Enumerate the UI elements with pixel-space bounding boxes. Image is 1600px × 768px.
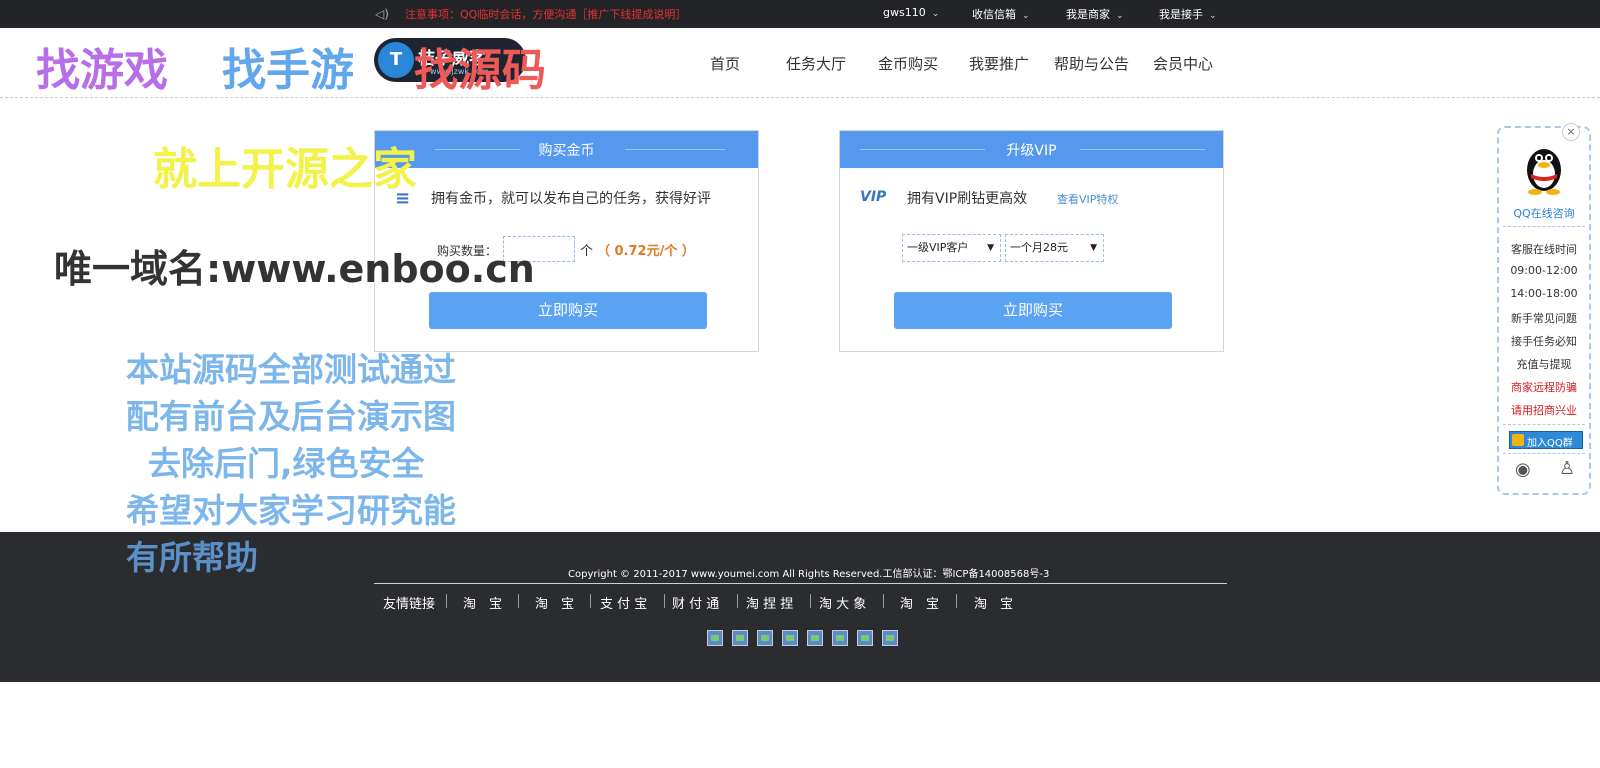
watermark-line: 希望对大家学习研究能 [126, 491, 456, 530]
unit-price: （ 0.72元/个 ） [597, 244, 695, 259]
chevron-down-icon: ⌄ [931, 9, 940, 19]
tencent-weibo-icon[interactable]: ♙ [1559, 458, 1575, 479]
friend-link-icon[interactable] [807, 630, 823, 646]
buy-now-button[interactable]: 立即购买 [429, 292, 707, 329]
weibo-icon[interactable]: ◉ [1515, 459, 1531, 480]
friend-link-icon[interactable] [782, 630, 798, 646]
copyright-text: Copyright © 2011-2017 www.youmei.com All… [568, 569, 1050, 580]
nav-home[interactable]: 首页 [710, 53, 740, 74]
link-divider [664, 594, 665, 608]
nav-promote[interactable]: 我要推广 [969, 53, 1029, 74]
service-hours-afternoon: 14:00-18:00 [1510, 287, 1578, 300]
link-divider [518, 594, 519, 608]
merchant-menu[interactable]: 我是商家 ⌄ [1066, 6, 1124, 22]
upgrade-vip-button[interactable]: 立即购买 [894, 292, 1172, 329]
vip-badge-icon: VIP [860, 189, 887, 205]
link-divider [956, 594, 957, 608]
nav-help[interactable]: 帮助与公告 [1054, 53, 1129, 74]
friend-link-3[interactable]: 支 付 宝 [600, 593, 647, 612]
vip-privileges-link[interactable]: 查看VIP特权 [1057, 191, 1118, 207]
vip-title: 升级VIP [1006, 143, 1057, 159]
watermark-find-source: 找源码 [414, 45, 546, 96]
service-hours-morning: 09:00-12:00 [1510, 264, 1578, 277]
friend-link-icon[interactable] [732, 630, 748, 646]
watermark-line: 有所帮助 [126, 538, 258, 577]
logo-badge: T [378, 42, 414, 78]
watermark-find-mobile-games: 找手游 [222, 45, 354, 96]
newbie-faq-link[interactable]: 新手常见问题 [1499, 310, 1589, 326]
link-divider [737, 594, 738, 608]
vip-level-select[interactable]: 一级VIP客户 ▼ [902, 234, 1001, 262]
inbox-menu-label: 收信信箱 [972, 8, 1016, 21]
friend-link-2[interactable]: 淘 宝 [535, 593, 574, 612]
vip-period-select[interactable]: 一个月28元 ▼ [1005, 234, 1104, 262]
buy-coins-header: 购买金币 [375, 131, 758, 168]
link-divider [446, 594, 447, 608]
buy-coins-title: 购买金币 [538, 143, 595, 159]
nav-member-center[interactable]: 会员中心 [1153, 53, 1213, 74]
qq-penguin-icon [1527, 149, 1561, 195]
chevron-down-icon: ⌄ [1116, 11, 1124, 21]
friend-link-4[interactable]: 财 付 通 [672, 593, 719, 612]
join-qq-group-label: 加入QQ群 [1527, 438, 1573, 449]
float-divider [1503, 226, 1585, 227]
vip-card: 升级VIP VIP 拥有VIP刷钻更高效 查看VIP特权 一级VIP客户 ▼ 一个… [839, 130, 1224, 352]
friend-links-label: 友情链接 [383, 597, 436, 612]
vip-header: 升级VIP [840, 131, 1223, 168]
buy-coins-desc: 拥有金币，就可以发布自己的任务，获得好评 [431, 191, 711, 207]
taker-menu[interactable]: 我是接手 ⌄ [1159, 6, 1217, 22]
friend-link-5[interactable]: 淘 捏 捏 [746, 593, 793, 612]
watermark-line: 去除后门,绿色安全 [148, 444, 425, 483]
user-menu-label: gws110 [883, 6, 926, 19]
friend-link-icon[interactable] [882, 630, 898, 646]
link-divider [810, 594, 811, 608]
watermark-line: 本站源码全部测试通过 [126, 350, 456, 389]
qq-group-icon [1512, 434, 1524, 446]
float-divider [1503, 453, 1585, 454]
top-bar: ◁) 注意事项：QQ临时会话，方便沟通［推广下线提成说明］ gws110 ⌄ 收信… [0, 0, 1600, 28]
recharge-withdraw-link[interactable]: 充值与提现 [1499, 356, 1589, 372]
speaker-icon: ◁) [375, 7, 389, 21]
chevron-down-icon: ⌄ [1209, 11, 1217, 21]
friend-link-icon[interactable] [707, 630, 723, 646]
friend-link-icon[interactable] [857, 630, 873, 646]
watermark-line: 配有前台及后台演示图 [126, 397, 456, 436]
friend-link-1[interactable]: 淘 宝 [463, 593, 502, 612]
anti-fraud-link[interactable]: 商家远程防骗 [1499, 379, 1589, 395]
merchant-menu-label: 我是商家 [1066, 8, 1110, 21]
taker-guide-link[interactable]: 接手任务必知 [1499, 333, 1589, 349]
watermark-domain: 唯一域名:www.enboo.cn [54, 247, 535, 291]
watermark-find-games: 找游戏 [36, 45, 168, 96]
link-divider [590, 594, 591, 608]
watermark-slogan: 就上开源之家 [153, 144, 417, 195]
friend-link-icon[interactable] [757, 630, 773, 646]
qq-consult-link[interactable]: QQ在线咨询 [1499, 205, 1589, 221]
bank-link[interactable]: 请用招商兴业 [1499, 402, 1589, 418]
friend-link-8[interactable]: 淘 宝 [974, 593, 1013, 612]
taker-menu-label: 我是接手 [1159, 8, 1203, 21]
inbox-menu[interactable]: 收信信箱 ⌄ [972, 6, 1030, 22]
friend-link-6[interactable]: 淘 大 象 [819, 593, 866, 612]
notice-link[interactable]: 注意事项：QQ临时会话，方便沟通［推广下线提成说明］ [405, 6, 686, 22]
service-hours-label: 客服在线时间 [1511, 243, 1577, 256]
join-qq-group-button[interactable]: 加入QQ群 [1509, 431, 1583, 449]
vip-desc: 拥有VIP刷钻更高效 [907, 191, 1028, 207]
qty-unit: 个 [580, 244, 594, 259]
link-divider [883, 594, 884, 608]
vip-period-value: 一个月28元 [1010, 241, 1068, 254]
user-menu[interactable]: gws110 ⌄ [883, 6, 939, 19]
customer-service-panel: × QQ在线咨询 客服在线时间 09:00-12:00 14:00-18:00 … [1497, 123, 1591, 495]
float-divider [1503, 424, 1585, 425]
friend-link-7[interactable]: 淘 宝 [900, 593, 939, 612]
nav-buy-coins[interactable]: 金币购买 [878, 53, 938, 74]
chevron-down-icon: ⌄ [1022, 11, 1030, 21]
dropdown-arrow-icon: ▼ [1090, 243, 1097, 253]
footer-rule [374, 583, 1227, 584]
friend-link-icon[interactable] [832, 630, 848, 646]
dropdown-arrow-icon: ▼ [987, 243, 994, 253]
vip-level-value: 一级VIP客户 [907, 241, 969, 254]
nav-task-hall[interactable]: 任务大厅 [786, 53, 846, 74]
